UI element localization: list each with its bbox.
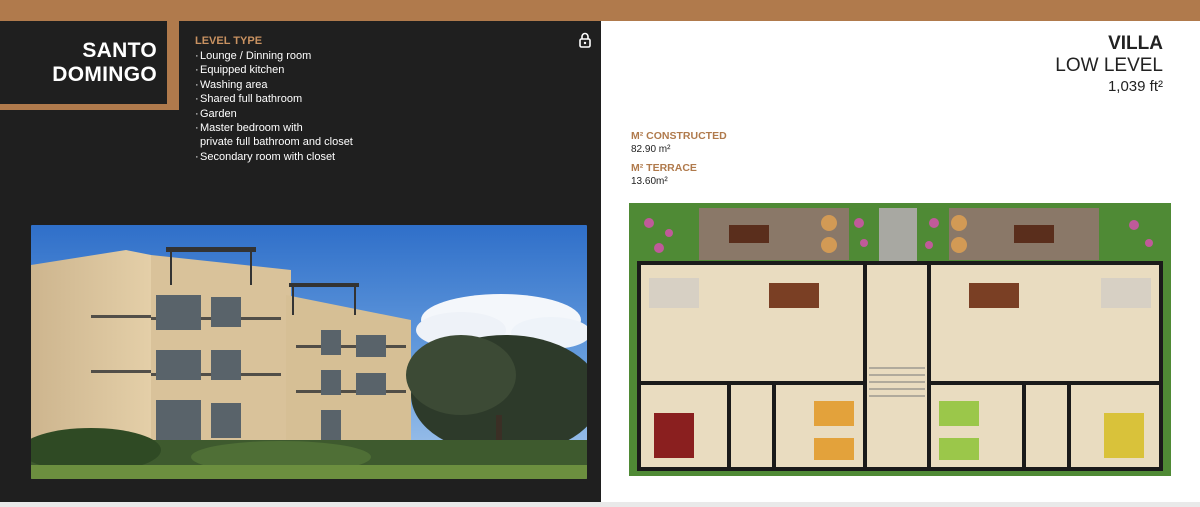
location-line-1: SANTO — [82, 38, 157, 62]
constructed-value: 82.90 m² — [631, 144, 671, 155]
feature-item: Garden — [195, 107, 555, 122]
top-accent-bar — [0, 0, 1200, 21]
constructed-label: M² CONSTRUCTED — [631, 130, 727, 142]
location-title: SANTO DOMINGO — [0, 21, 167, 104]
feature-item: Shared full bathroom — [195, 92, 555, 107]
building-photo — [31, 225, 587, 479]
feature-item-continuation-text: private full bathroom and closet — [200, 136, 353, 149]
feature-item: Secondary room with closet — [195, 150, 555, 165]
unit-title: VILLA LOW LEVEL 1,039 ft² — [1055, 33, 1163, 96]
location-title-block: SANTO DOMINGO — [0, 21, 179, 110]
unit-specs: M² CONSTRUCTED 82.90 m² M² TERRACE 13.60… — [631, 130, 727, 194]
lock-icon — [579, 32, 591, 48]
terrace-value: 13.60m² — [631, 176, 668, 187]
floor-plan-image — [629, 203, 1171, 476]
feature-item: Equipped kitchen — [195, 63, 555, 78]
unit-area: 1,039 ft² — [1107, 78, 1163, 95]
feature-item: Lounge / Dinning room — [195, 49, 555, 64]
feature-item: Master bedroom with — [195, 121, 555, 136]
feature-item-continuation: private full bathroom and closet — [195, 135, 555, 149]
terrace-label: M² TERRACE — [631, 162, 697, 174]
unit-type: VILLA — [1108, 33, 1163, 54]
features-heading: LEVEL TYPE — [195, 35, 263, 47]
feature-item: Washing area — [195, 78, 555, 93]
features-list: LEVEL TYPE Lounge / Dinning room Equippe… — [195, 34, 555, 165]
unit-level: LOW LEVEL — [1055, 55, 1163, 76]
location-line-2: DOMINGO — [52, 62, 157, 86]
bottom-rule — [0, 502, 1200, 507]
